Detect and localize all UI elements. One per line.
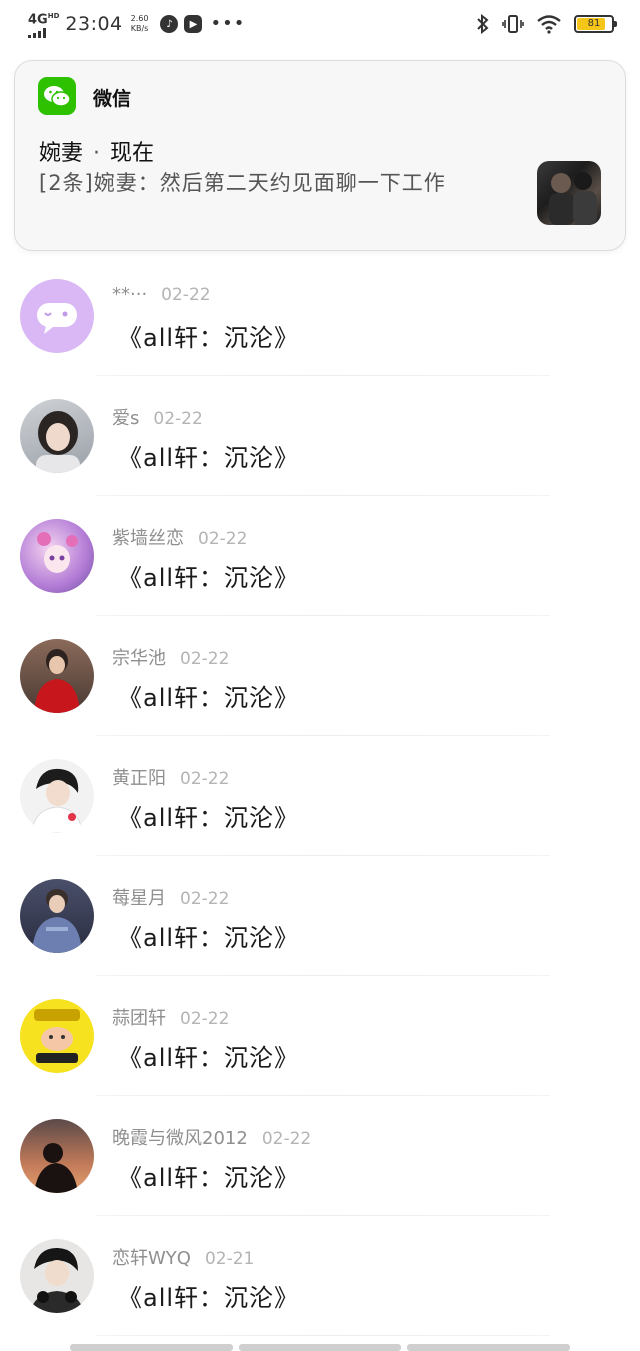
- message-date: 02-22: [180, 889, 230, 909]
- sender-name: **···: [112, 284, 148, 305]
- message-date: 02-22: [180, 1009, 230, 1029]
- notification-title: 婉妻 · 现在: [39, 135, 154, 167]
- sender-name: 宗华池: [112, 648, 166, 669]
- message-date: 02-22: [198, 529, 248, 549]
- message-date: 02-22: [180, 769, 230, 789]
- cell-signal: 4GHD: [28, 10, 60, 38]
- message-text: 《all轩：沉沦》: [118, 924, 300, 952]
- sender-row: 黄正阳 02-22: [112, 764, 229, 790]
- message-date: 02-21: [204, 1249, 255, 1269]
- yellow-cartoon-avatar: [20, 999, 94, 1073]
- anime-girl-avatar: [20, 519, 94, 593]
- video-app-icon: ▶: [184, 15, 203, 33]
- message-date: 02-22: [161, 285, 211, 305]
- wechat-app-icon: [38, 77, 76, 115]
- notification-photo-thumbnail: [537, 161, 601, 225]
- bottom-scroll-indicator: [70, 1344, 571, 1351]
- list-item[interactable]: 蒜团轩 02-22 《all轩：沉沦》: [0, 976, 640, 1096]
- list-item[interactable]: 宗华池 02-22 《all轩：沉沦》: [0, 616, 640, 736]
- sender-name: 黄正阳: [112, 768, 166, 789]
- list-item[interactable]: 紫墙丝恋 02-22 《all轩：沉沦》: [0, 496, 640, 616]
- message-text: 《all轩：沉沦》: [118, 444, 300, 472]
- signal-bars-icon: [28, 27, 46, 38]
- message-text: 《all轩：沉沦》: [118, 324, 300, 352]
- boy-in-denim-avatar: [20, 879, 94, 953]
- list-item[interactable]: 莓星月 02-22 《all轩：沉沦》: [0, 856, 640, 976]
- sender-name: 蒜团轩: [112, 1008, 166, 1029]
- list-item[interactable]: 黄正阳 02-22 《all轩：沉沦》: [0, 736, 640, 856]
- notification-app-name: 微信: [93, 88, 132, 110]
- status-bar: 4GHD 23:04 2.60 KB/s ♪ ▶ ••• 81: [0, 0, 640, 48]
- message-text: 《all轩：沉沦》: [118, 564, 300, 592]
- message-text: 《all轩：沉沦》: [118, 804, 300, 832]
- sender-row: 紫墙丝恋 02-22: [112, 524, 247, 550]
- vibrate-icon: [502, 15, 524, 33]
- sender-name: 恋轩WYQ: [112, 1248, 191, 1269]
- message-text: 《all轩：沉沦》: [118, 1284, 300, 1312]
- sunset-silhouette-avatar: [20, 1119, 94, 1193]
- girl-portrait-avatar: [20, 399, 94, 473]
- more-notifications-icon: •••: [210, 13, 246, 34]
- sender-row: 莓星月 02-22: [112, 884, 229, 910]
- purple-chat-bubble-avatar: [20, 279, 94, 353]
- sender-name: 晚霞与微风2012: [112, 1128, 248, 1149]
- notification-body: [2条]婉妻：然后第二天约见面聊一下工作: [39, 171, 446, 195]
- message-text: 《all轩：沉沦》: [118, 684, 300, 712]
- wechat-notification-banner[interactable]: 微信 婉妻 · 现在 [2条]婉妻：然后第二天约见面聊一下工作: [14, 60, 626, 251]
- boy-with-headphones-avatar: [20, 1239, 94, 1313]
- message-text: 《all轩：沉沦》: [118, 1044, 300, 1072]
- message-date: 02-22: [261, 1129, 312, 1149]
- sender-row: **··· 02-22: [112, 284, 211, 305]
- sender-row: 晚霞与微风2012 02-22: [112, 1124, 311, 1150]
- notification-separator: ·: [93, 141, 101, 166]
- bluetooth-icon: [477, 14, 489, 34]
- sender-row: 爱s 02-22: [112, 404, 203, 430]
- battery-level: 81: [587, 18, 601, 29]
- wifi-icon: [537, 15, 561, 34]
- sender-row: 宗华池 02-22: [112, 644, 229, 670]
- list-item[interactable]: **··· 02-22 《all轩：沉沦》: [0, 256, 640, 376]
- music-app-icon: ♪: [160, 15, 179, 33]
- sender-name: 爱s: [112, 408, 140, 429]
- clock: 23:04: [65, 13, 123, 35]
- notification-time: 现在: [110, 141, 155, 166]
- sender-name: 莓星月: [112, 888, 166, 909]
- list-item[interactable]: 爱s 02-22 《all轩：沉沦》: [0, 376, 640, 496]
- divider: [96, 1335, 550, 1336]
- message-list: **··· 02-22 《all轩：沉沦》 爱s 02-22 《all轩：沉沦》: [0, 256, 640, 1336]
- boy-portrait-avatar: [20, 759, 94, 833]
- message-text: 《all轩：沉沦》: [118, 1164, 300, 1192]
- sender-row: 蒜团轩 02-22: [112, 1004, 229, 1030]
- sender-name: 紫墙丝恋: [112, 528, 184, 549]
- message-date: 02-22: [180, 649, 230, 669]
- list-item[interactable]: 恋轩WYQ 02-21 《all轩：沉沦》: [0, 1216, 640, 1336]
- net-speed: 2.60 KB/s: [130, 14, 149, 33]
- red-dress-portrait-avatar: [20, 639, 94, 713]
- battery-icon: 81: [574, 15, 617, 33]
- message-date: 02-22: [153, 409, 203, 429]
- notification-sender: 婉妻: [39, 141, 84, 166]
- list-item[interactable]: 晚霞与微风2012 02-22 《all轩：沉沦》: [0, 1096, 640, 1216]
- sender-row: 恋轩WYQ 02-21: [112, 1244, 254, 1270]
- network-type-label: 4GHD: [28, 12, 60, 28]
